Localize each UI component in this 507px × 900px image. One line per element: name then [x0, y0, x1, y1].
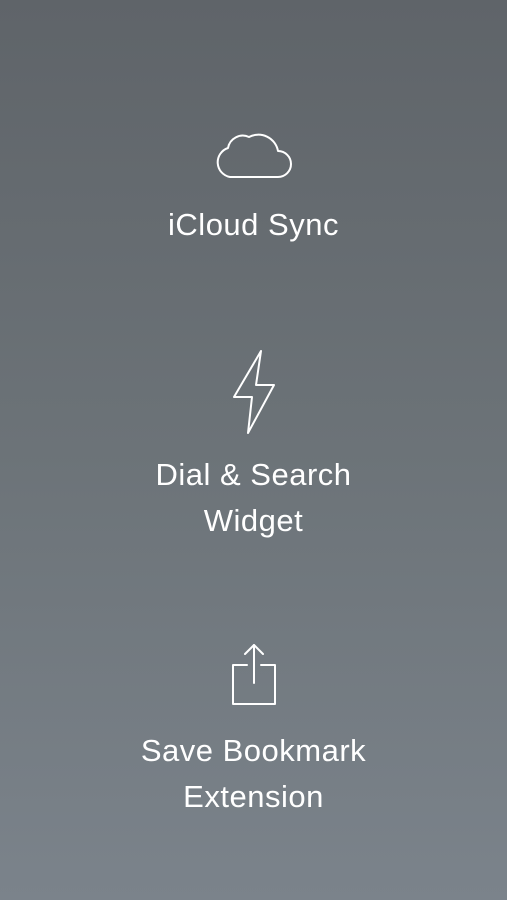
feature-label-line: Widget [203, 503, 304, 538]
feature-label-line: Save Bookmark [140, 733, 367, 768]
feature-label-line: Extension [183, 779, 324, 814]
cloud-icon [214, 124, 294, 180]
share-icon [230, 643, 278, 707]
feature-label: Dial & Search Widget [155, 452, 351, 544]
feature-icloud-sync: iCloud Sync [0, 124, 507, 248]
feature-save-bookmark-extension: Save Bookmark Extension [0, 643, 507, 820]
feature-label: Save Bookmark Extension [141, 728, 366, 820]
feature-label-line: Dial & Search [155, 457, 352, 492]
lightning-bolt-icon [231, 349, 277, 435]
feature-label-line: iCloud Sync [168, 207, 339, 242]
feature-label: iCloud Sync [168, 202, 339, 248]
feature-dial-search-widget: Dial & Search Widget [0, 349, 507, 544]
